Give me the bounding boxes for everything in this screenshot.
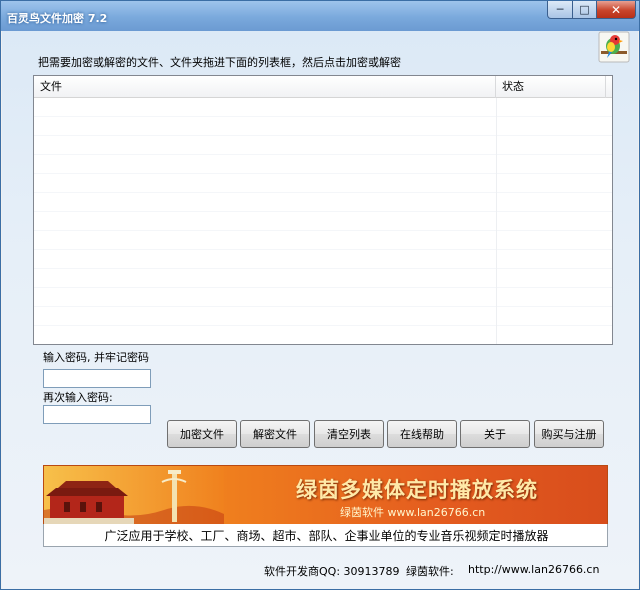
decrypt-button[interactable]: 解密文件 (240, 420, 310, 448)
column-header-status[interactable]: 状态 (496, 76, 606, 98)
clear-list-button[interactable]: 清空列表 (314, 420, 384, 448)
online-help-button[interactable]: 在线帮助 (387, 420, 457, 448)
column-header-file[interactable]: 文件 (34, 76, 496, 98)
close-button[interactable]: ✕ (596, 1, 636, 19)
close-icon: ✕ (610, 2, 622, 17)
list-body[interactable] (34, 98, 612, 344)
ad-banner[interactable]: 绿茵多媒体定时播放系统 绿茵软件 www.lan26766.cn (43, 465, 608, 525)
window-title: 百灵鸟文件加密 7.2 (7, 12, 108, 25)
password-label: 输入密码, 并牢记密码 (43, 351, 149, 364)
maximize-button[interactable]: □ (572, 1, 597, 19)
banner-title: 绿茵多媒体定时播放系统 (296, 477, 538, 502)
confirm-password-label: 再次输入密码: (43, 391, 113, 404)
parrot-logo-icon (598, 31, 630, 63)
about-button[interactable]: 关于 (460, 420, 530, 448)
list-header: 文件 状态 (34, 76, 612, 98)
buy-register-button[interactable]: 购买与注册 (534, 420, 604, 448)
banner-subtitle: 广泛应用于学校、工厂、商场、超市、部队、企事业单位的专业音乐视频定时播放器 (104, 529, 549, 543)
minimize-icon: ─ (556, 3, 564, 16)
minimize-button[interactable]: ─ (547, 1, 573, 19)
brand-label: 绿茵软件: (406, 565, 454, 578)
confirm-password-input[interactable] (43, 405, 151, 424)
maximize-icon: □ (579, 3, 590, 16)
password-input[interactable] (43, 369, 151, 388)
tiananmen-picture-icon (44, 466, 224, 524)
website-link[interactable]: http://www.lan26766.cn (468, 563, 599, 576)
instruction-text: 把需要加密或解密的文件、文件夹拖进下面的列表框，然后点击加密或解密 (38, 56, 401, 69)
banner-caption-bar[interactable]: 广泛应用于学校、工厂、商场、超市、部队、企事业单位的专业音乐视频定时播放器 (43, 524, 608, 547)
column-divider (496, 98, 497, 344)
developer-qq: 软件开发商QQ: 30913789 (264, 565, 400, 578)
file-list[interactable]: 文件 状态 (33, 75, 613, 345)
client-area: 把需要加密或解密的文件、文件夹拖进下面的列表框，然后点击加密或解密 文件 状态 … (2, 31, 638, 589)
title-bar[interactable]: 百灵鸟文件加密 7.2 ─ □ ✕ (1, 1, 639, 31)
encrypt-button[interactable]: 加密文件 (167, 420, 237, 448)
app-window: 百灵鸟文件加密 7.2 ─ □ ✕ 把需要加密或解密的文件、文件夹拖进下面的列表… (0, 0, 640, 590)
banner-url: 绿茵软件 www.lan26766.cn (340, 506, 486, 519)
